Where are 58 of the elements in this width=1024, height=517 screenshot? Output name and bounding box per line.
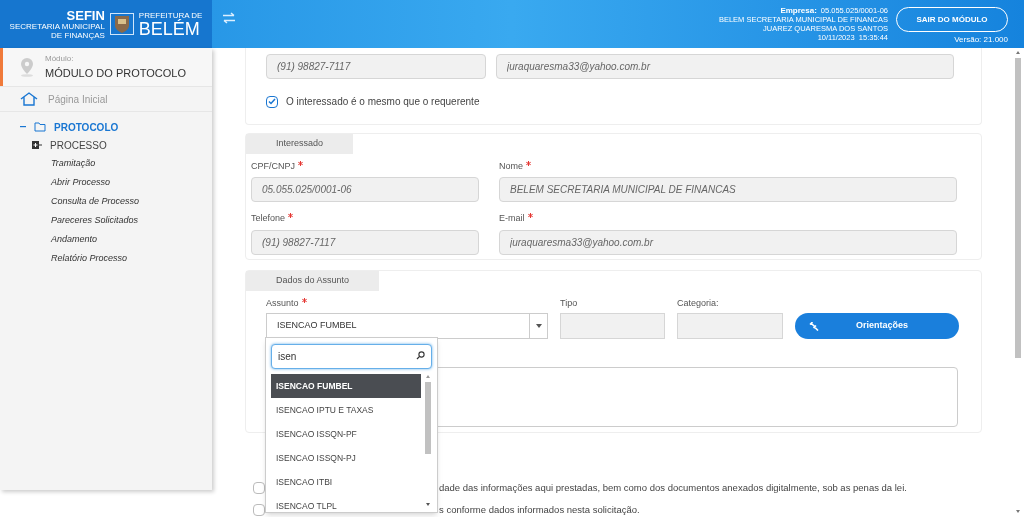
field-label: Categoria: (677, 296, 720, 310)
declaration-text: dade das informações aqui prestadas, bem como dos documentos anexados digitalmente, sob as penas da lei. (439, 480, 907, 495)
section-legend: Dados do Assunto (246, 271, 380, 291)
dropdown-option[interactable]: ISENCAO ISSQN-PJ (271, 446, 421, 470)
logo-subtitle: DE FINANÇAS (51, 30, 105, 40)
tree-item[interactable]: Tramitação (51, 156, 96, 171)
logo-title: SEFIN (66, 8, 105, 22)
readonly-field[interactable]: (91) 98827-7117 (266, 54, 486, 79)
folder-icon (34, 122, 46, 132)
company-label: Empresa: (780, 6, 817, 15)
gavel-icon (809, 321, 819, 331)
checkbox[interactable] (253, 503, 265, 516)
scrollbar[interactable] (1014, 50, 1022, 515)
coat-of-arms-icon (109, 13, 134, 35)
readonly-field[interactable]: (91) 98827-7117 (251, 229, 479, 255)
field-label: Telefone (251, 212, 286, 226)
dropdown-scrollbar[interactable] (424, 374, 432, 508)
dropdown-option[interactable]: ISENCAO IPTU E TAXAS (271, 398, 421, 422)
logo-subtitle: SECRETARIA MUNICIPAL (9, 21, 105, 31)
checkbox[interactable] (253, 481, 265, 494)
guidance-button[interactable]: Orientações (795, 313, 959, 340)
field-label: CPF/CNPJ (251, 159, 295, 173)
tree-item[interactable]: Consulta de Processo (51, 194, 140, 209)
field-label: Assunto (266, 296, 299, 310)
checkbox[interactable] (266, 95, 278, 108)
dropdown-option[interactable]: ISENCAO ITBI (271, 470, 421, 494)
logo-prefeitura: PREFEITURA DE (138, 10, 203, 20)
dropdown-option[interactable]: ISENCAO ISSQN-PF (271, 422, 421, 446)
field-label: Nome (499, 159, 523, 173)
field-label: Tipo (560, 296, 579, 310)
logo-city: BELÉM (138, 19, 201, 38)
module-label: Módulo: (45, 52, 75, 65)
dropdown-search-field[interactable]: isen (271, 344, 432, 369)
section-legend: Interessado (246, 134, 354, 154)
tree-item[interactable]: Pareceres Solicitados (51, 213, 139, 228)
dropdown-option[interactable]: ISENCAO FUMBEL (271, 374, 421, 398)
category-field[interactable] (677, 313, 783, 340)
expand-icon[interactable] (32, 141, 42, 149)
swap-icon[interactable] (222, 12, 236, 24)
version-label: Versão: 21.000 (954, 34, 1008, 46)
tree-item[interactable]: Relatório Processo (51, 251, 128, 266)
caret-icon (535, 324, 542, 329)
declaration-text: s conforme dados informados nesta solicitação. (439, 502, 640, 517)
readonly-field[interactable]: 05.055.025/0001-06 (251, 177, 479, 203)
dropdown-option[interactable]: ISENCAO TLPL (271, 494, 421, 517)
tree-item[interactable]: Andamento (51, 232, 98, 247)
field-label: E-mail (499, 212, 525, 226)
home-icon[interactable] (20, 92, 38, 106)
check-icon (268, 98, 276, 105)
type-field[interactable] (560, 313, 665, 340)
search-icon (416, 351, 425, 360)
tree-item[interactable]: Abrir Processo (51, 175, 111, 190)
module-name: MÓDULO DO PROTOCOLO (45, 65, 186, 81)
location-pin-icon (19, 57, 35, 77)
checkbox-label: O interessado é o mesmo que o requerente (286, 95, 480, 109)
readonly-field[interactable]: BELEM SECRETARIA MUNICIPAL DE FINANCAS (499, 177, 957, 203)
tree-item[interactable]: PROTOCOLO (54, 119, 119, 135)
tree-item[interactable]: PROCESSO (50, 137, 107, 153)
